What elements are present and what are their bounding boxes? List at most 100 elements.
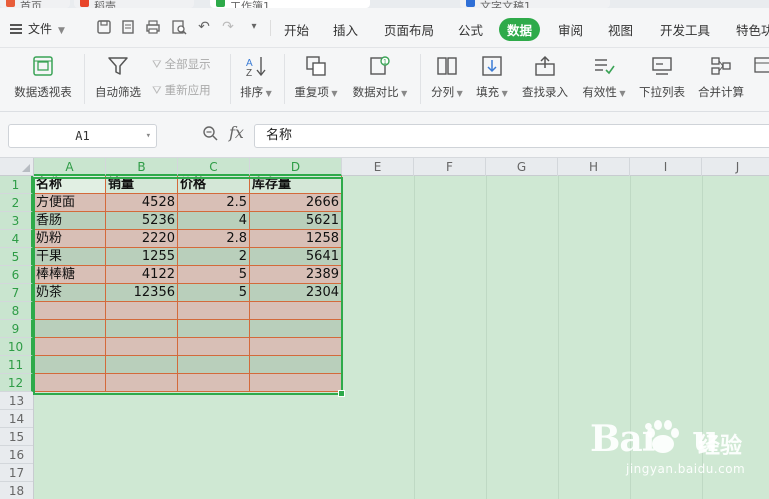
pivot-table-button[interactable]: 数据透视表: [8, 54, 78, 100]
row-header[interactable]: 12: [0, 374, 33, 392]
cell-c11[interactable]: [178, 356, 250, 374]
row-header[interactable]: 1: [0, 176, 33, 194]
lookup-entry-button[interactable]: 查找录入: [518, 54, 572, 100]
cell-c5[interactable]: 2: [178, 248, 250, 266]
cell-b12[interactable]: [106, 374, 178, 392]
cell-c3[interactable]: 4: [178, 212, 250, 230]
row-header[interactable]: 16: [0, 446, 33, 464]
file-menu[interactable]: 文件 ▼: [10, 20, 65, 37]
reapply-button[interactable]: ⛛ 重新应用: [152, 82, 211, 98]
show-all-button[interactable]: ⛛ 全部显示: [152, 56, 211, 72]
row-header[interactable]: 2: [0, 194, 33, 212]
more-tools-button[interactable]: [752, 54, 769, 84]
row-header[interactable]: 15: [0, 428, 33, 446]
cell-a12[interactable]: [34, 374, 106, 392]
row-header[interactable]: 17: [0, 464, 33, 482]
cell-d2[interactable]: 2666: [250, 194, 342, 212]
menu-insert[interactable]: 插入: [333, 20, 358, 39]
redo-icon[interactable]: ↷: [220, 19, 236, 35]
name-box[interactable]: A1 ▾: [8, 124, 157, 148]
cell-d5[interactable]: 5641: [250, 248, 342, 266]
cell-a10[interactable]: [34, 338, 106, 356]
tab-home[interactable]: 首页: [0, 0, 70, 8]
column-header-j[interactable]: J: [702, 158, 769, 176]
row-header[interactable]: 9: [0, 320, 33, 338]
cell-c6[interactable]: 5: [178, 266, 250, 284]
row-header[interactable]: 11: [0, 356, 33, 374]
cell-b7[interactable]: 12356: [106, 284, 178, 302]
cell-a7[interactable]: 奶茶: [34, 284, 106, 302]
cell-d3[interactable]: 5621: [250, 212, 342, 230]
cell-d10[interactable]: [250, 338, 342, 356]
cell-d4[interactable]: 1258: [250, 230, 342, 248]
cell-c7[interactable]: 5: [178, 284, 250, 302]
row-header[interactable]: 6: [0, 266, 33, 284]
export-pdf-icon[interactable]: [120, 19, 136, 35]
cell-a6[interactable]: 棒棒糖: [34, 266, 106, 284]
duplicates-button[interactable]: 重复项 ▼: [290, 54, 342, 100]
undo-icon[interactable]: ↶: [196, 19, 212, 35]
cell-a3[interactable]: 香肠: [34, 212, 106, 230]
row-header[interactable]: 14: [0, 410, 33, 428]
cell-a4[interactable]: 奶粉: [34, 230, 106, 248]
column-header-a[interactable]: A: [34, 158, 106, 176]
cell-d7[interactable]: 2304: [250, 284, 342, 302]
row-header[interactable]: 18: [0, 482, 33, 499]
cell-c4[interactable]: 2.8: [178, 230, 250, 248]
split-columns-button[interactable]: 分列 ▼: [426, 54, 468, 100]
cell-d1[interactable]: 库存量: [250, 176, 342, 194]
cell-b9[interactable]: [106, 320, 178, 338]
column-header-g[interactable]: G: [486, 158, 558, 176]
save-icon[interactable]: [96, 19, 112, 35]
menu-review[interactable]: 审阅: [558, 20, 583, 39]
menu-special[interactable]: 特色功: [736, 20, 769, 39]
cell-c12[interactable]: [178, 374, 250, 392]
select-all-corner[interactable]: [0, 158, 34, 176]
cell-b1[interactable]: 销量: [106, 176, 178, 194]
dropdown-list-button[interactable]: 下拉列表: [634, 54, 690, 100]
cell-d11[interactable]: [250, 356, 342, 374]
row-header[interactable]: 13: [0, 392, 33, 410]
cell-a5[interactable]: 干果: [34, 248, 106, 266]
menu-formulas[interactable]: 公式: [458, 20, 483, 39]
column-header-b[interactable]: B: [106, 158, 178, 176]
cell-b5[interactable]: 1255: [106, 248, 178, 266]
row-header[interactable]: 7: [0, 284, 33, 302]
fill-button[interactable]: 填充 ▼: [472, 54, 512, 100]
cell-a8[interactable]: [34, 302, 106, 320]
tab-docer[interactable]: 稻壳: [74, 0, 194, 8]
cell-c8[interactable]: [178, 302, 250, 320]
cell-a2[interactable]: 方便面: [34, 194, 106, 212]
cell-b8[interactable]: [106, 302, 178, 320]
cell-a9[interactable]: [34, 320, 106, 338]
cell-c1[interactable]: 价格: [178, 176, 250, 194]
validity-button[interactable]: 有效性 ▼: [578, 54, 630, 100]
cell-d12[interactable]: [250, 374, 342, 392]
tab-workbook[interactable]: 工作簿1: [210, 0, 370, 8]
cell-a11[interactable]: [34, 356, 106, 374]
row-header[interactable]: 8: [0, 302, 33, 320]
data-compare-button[interactable]: 1 数据对比 ▼: [348, 54, 412, 100]
column-header-f[interactable]: F: [414, 158, 486, 176]
cell-c2[interactable]: 2.5: [178, 194, 250, 212]
row-header[interactable]: 10: [0, 338, 33, 356]
cell-d8[interactable]: [250, 302, 342, 320]
cell-b4[interactable]: 2220: [106, 230, 178, 248]
cell-c10[interactable]: [178, 338, 250, 356]
menu-developer[interactable]: 开发工具: [660, 20, 710, 39]
row-header[interactable]: 3: [0, 212, 33, 230]
row-header[interactable]: 4: [0, 230, 33, 248]
column-header-d[interactable]: D: [250, 158, 342, 176]
cell-b2[interactable]: 4528: [106, 194, 178, 212]
row-header[interactable]: 5: [0, 248, 33, 266]
cell-a1[interactable]: 名称: [34, 176, 106, 194]
autofilter-button[interactable]: 自动筛选: [90, 54, 146, 100]
formula-input[interactable]: 名称: [254, 124, 769, 148]
sort-button[interactable]: AZ 排序 ▼: [236, 54, 276, 100]
print-icon[interactable]: [145, 19, 161, 35]
column-header-h[interactable]: H: [558, 158, 630, 176]
column-header-c[interactable]: C: [178, 158, 250, 176]
print-preview-icon[interactable]: [171, 19, 187, 35]
menu-home[interactable]: 开始: [284, 20, 309, 39]
cell-b11[interactable]: [106, 356, 178, 374]
